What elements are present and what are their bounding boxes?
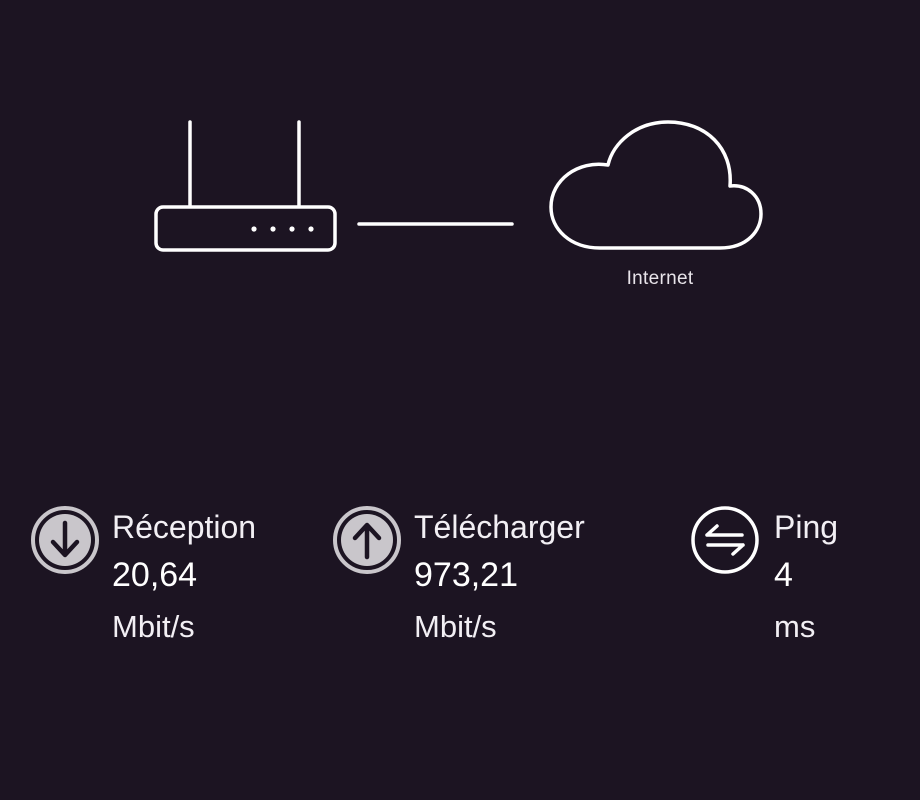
speed-test-screen: Internet Réception 20,64 Mbit/s Téléchar… [0, 0, 920, 800]
stat-ping-text: Ping 4 ms [774, 505, 838, 653]
stat-upload-value: 973,21 [414, 556, 518, 594]
stat-reception-label: Réception [112, 509, 257, 545]
swap-arrows-icon [691, 506, 759, 574]
stat-reception: Réception 20,64 Mbit/s [30, 505, 310, 665]
stat-upload-unit: Mbit/s [414, 609, 497, 644]
internet-label: Internet [626, 268, 694, 289]
network-diagram-graphic [154, 120, 763, 252]
stat-ping: Ping 4 ms [690, 505, 890, 665]
stat-ping-value: 4 [774, 556, 793, 594]
arrow-up-circle-icon [333, 506, 401, 574]
network-diagram: Internet [0, 0, 920, 320]
stat-upload-text: Télécharger 973,21 Mbit/s [414, 505, 585, 653]
stat-ping-label: Ping [774, 509, 839, 545]
stat-reception-text: Réception 20,64 Mbit/s [112, 505, 256, 653]
stat-reception-value: 20,64 [112, 556, 198, 594]
arrow-down-circle-icon [31, 506, 99, 574]
stat-upload-label: Télécharger [414, 509, 585, 545]
cloud-icon [549, 120, 763, 250]
stat-reception-unit: Mbit/s [112, 609, 195, 644]
stat-ping-unit: ms [774, 609, 816, 644]
stat-upload: Télécharger 973,21 Mbit/s [332, 505, 632, 665]
router-icon [154, 120, 337, 252]
